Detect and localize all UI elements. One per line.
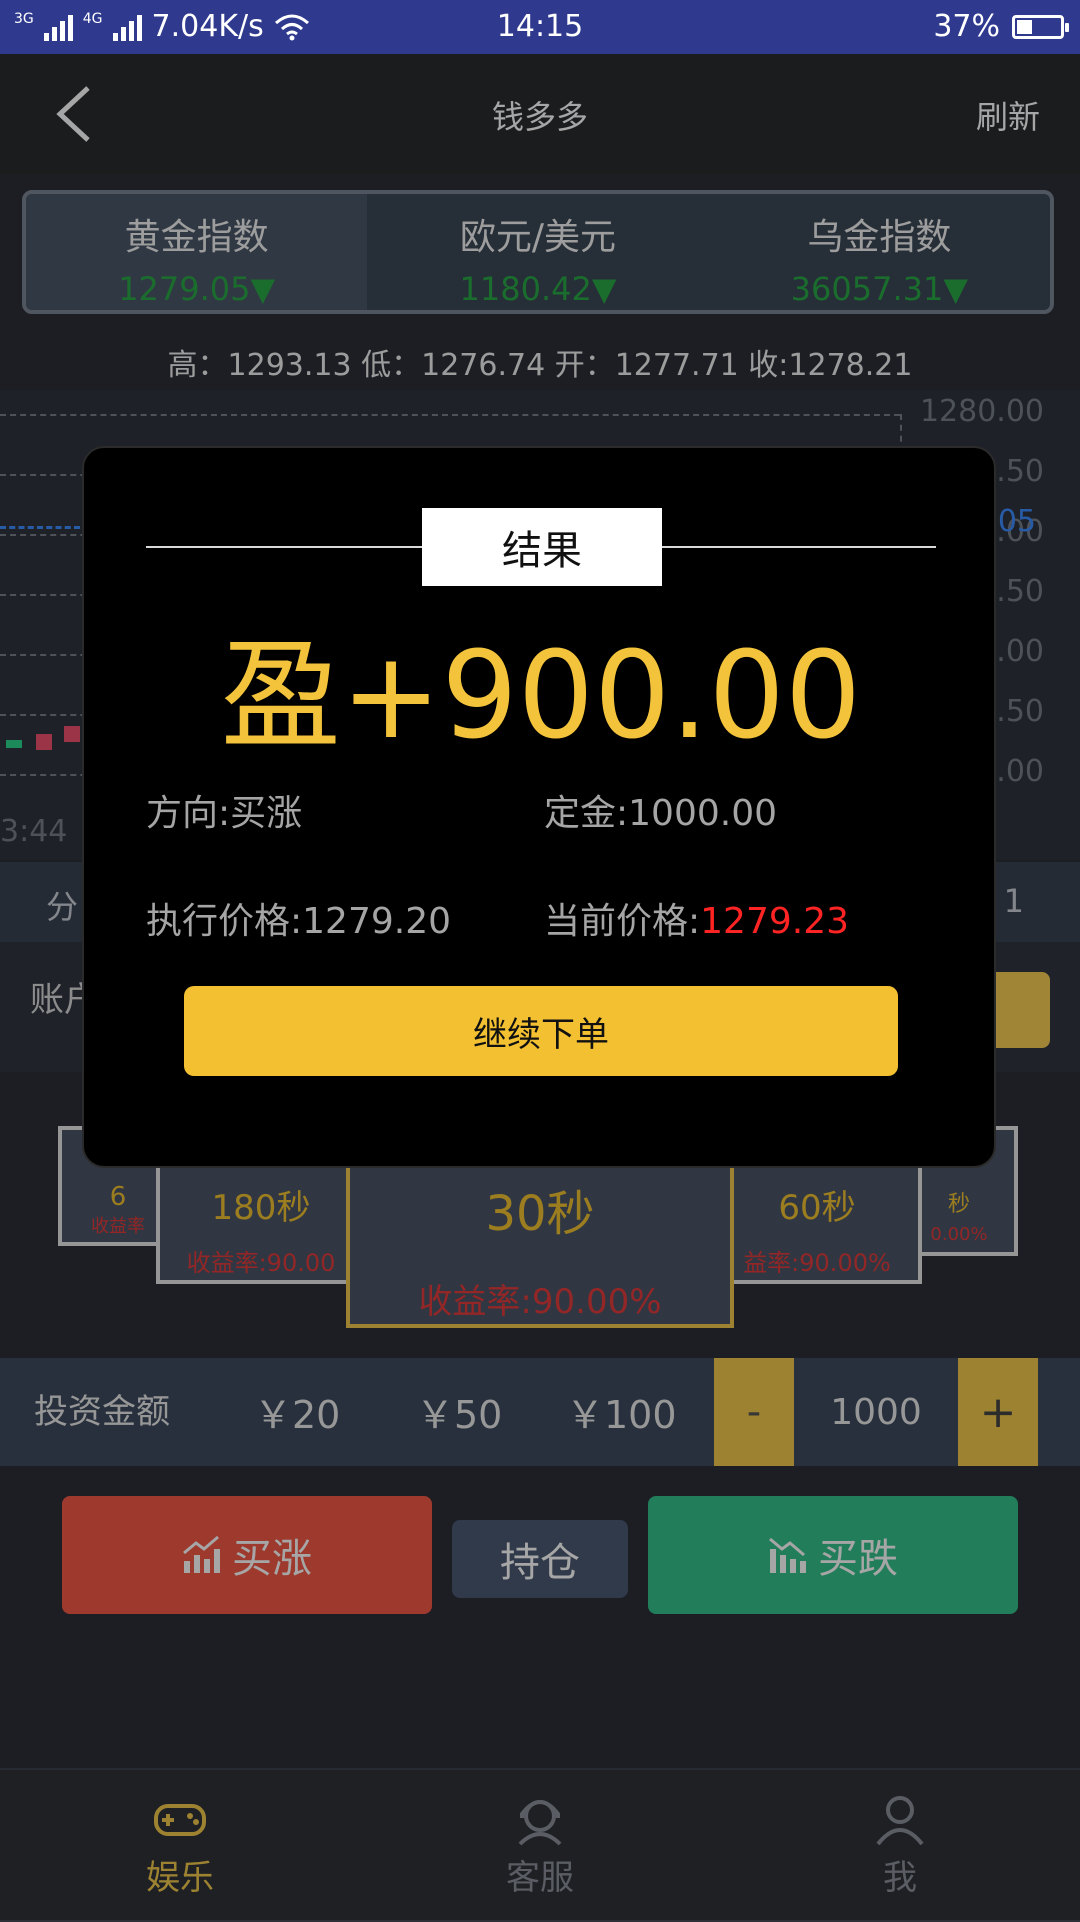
deposit-text: 定金:1000.00 bbox=[544, 793, 777, 834]
battery-icon bbox=[1012, 14, 1069, 39]
profit-amount: 盈+900.00 bbox=[220, 627, 862, 766]
continue-order-button[interactable]: 继续下单 bbox=[184, 986, 898, 1076]
modal-title: 结果 bbox=[422, 508, 662, 586]
status-right: 37% bbox=[933, 9, 1069, 44]
execution-price-text: 执行价格:1279.20 bbox=[146, 901, 451, 942]
current-price-value: 1279.23 bbox=[700, 901, 850, 942]
battery-fill bbox=[1017, 19, 1032, 34]
status-bar: 3G 4G 7.04K/s 14:15 37% bbox=[0, 0, 1080, 54]
result-modal: 结果 盈+900.00 方向:买涨 定金:1000.00 执行价格:1279.2… bbox=[82, 446, 996, 1168]
clock: 14:15 bbox=[496, 9, 584, 44]
direction-text: 方向:买涨 bbox=[146, 793, 303, 834]
current-price-label: 当前价格: bbox=[544, 901, 701, 942]
current-price-text: 当前价格:1279.23 bbox=[544, 892, 849, 944]
battery-percent: 37% bbox=[933, 9, 1000, 44]
